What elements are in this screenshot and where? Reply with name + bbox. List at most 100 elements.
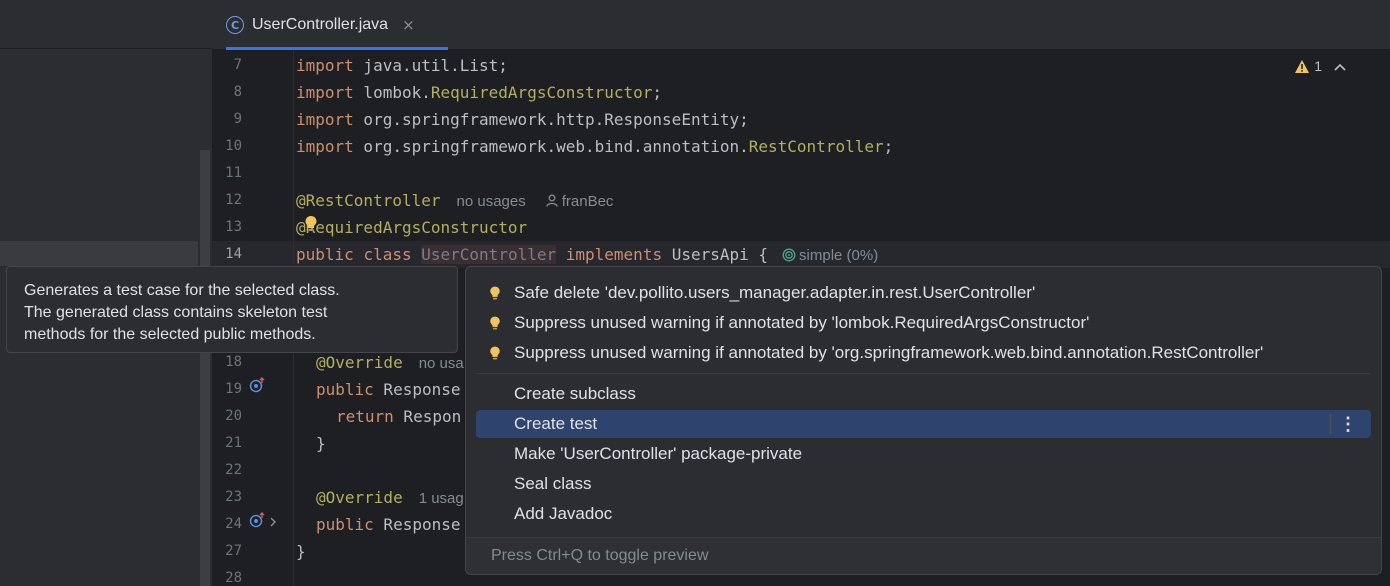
- inspection-widget[interactable]: 1: [1294, 58, 1346, 74]
- author-hint[interactable]: franBec: [546, 193, 614, 210]
- options-separator: [1330, 414, 1331, 434]
- code-line: @Override 1 usag: [316, 484, 464, 511]
- bulb-icon: [490, 286, 500, 299]
- code-text: org.springframework.http.ResponseEntity;: [353, 110, 749, 129]
- editor-tab-bar: C UserController.java ×: [212, 0, 1390, 50]
- tooltip-line: The generated class contains skeleton te…: [24, 304, 328, 321]
- code-line: import lombok.RequiredArgsConstructor;: [296, 79, 662, 106]
- code-line: @RequiredArgsConstructor: [296, 214, 527, 241]
- author-name: franBec: [561, 193, 614, 210]
- line-number: 8: [233, 84, 242, 100]
- keyword: public: [316, 380, 374, 399]
- keyword: implements: [565, 245, 663, 264]
- code-text: lombok.: [353, 83, 431, 102]
- annotation: @RestController: [296, 191, 441, 210]
- action-suppress-restcontroller[interactable]: Suppress unused warning if annotated by …: [476, 339, 1371, 367]
- line-number: 11: [225, 165, 242, 181]
- line-number: 24: [225, 516, 242, 532]
- tooltip-line: Generates a test case for the selected c…: [24, 282, 340, 299]
- project-panel-scrollbar[interactable]: [200, 150, 210, 586]
- code-text: ;: [652, 83, 663, 102]
- line-number: 7: [233, 57, 242, 73]
- action-label: Create test: [514, 414, 598, 433]
- chevron-up-icon[interactable]: [1334, 58, 1346, 74]
- action-label: Safe delete 'dev.pollito.users_manager.a…: [514, 283, 1036, 302]
- code-line: return Respon: [336, 403, 461, 430]
- code-text: java.util.List;: [353, 56, 508, 75]
- code-line: public class UserController implements U…: [296, 241, 878, 268]
- code-line: import org.springframework.web.bind.anno…: [296, 133, 893, 160]
- code-line: public Response: [316, 511, 461, 538]
- keyword: import: [296, 83, 354, 102]
- action-create-subclass[interactable]: Create subclass: [476, 380, 1371, 408]
- action-add-javadoc[interactable]: Add Javadoc: [476, 500, 1371, 528]
- action-safe-delete[interactable]: Safe delete 'dev.pollito.users_manager.a…: [476, 279, 1371, 307]
- keyword: import: [296, 137, 354, 156]
- code-text: Response: [373, 380, 461, 399]
- line-number: 27: [225, 543, 242, 559]
- line-number: 12: [225, 192, 242, 208]
- action-label: Suppress unused warning if annotated by …: [514, 343, 1264, 362]
- implements-method-icon[interactable]: [249, 376, 265, 403]
- code-line: public Response: [316, 376, 461, 403]
- bulb-icon: [490, 316, 500, 329]
- action-label: Create subclass: [514, 384, 636, 403]
- usages-hint[interactable]: no usages: [457, 193, 526, 210]
- keyword: import: [296, 110, 354, 129]
- tooltip-line: methods for the selected public methods.: [24, 326, 316, 343]
- code-line: }: [316, 434, 326, 453]
- line-number: 22: [225, 462, 242, 478]
- code-text: Respon: [393, 407, 462, 426]
- action-label: Seal class: [514, 474, 592, 493]
- line-number: 28: [225, 570, 242, 586]
- line-number: 20: [225, 408, 242, 424]
- bulb-icon: [490, 346, 500, 359]
- action-suppress-lombok[interactable]: Suppress unused warning if annotated by …: [476, 309, 1371, 337]
- implements-method-icon[interactable]: [249, 511, 265, 538]
- intention-bulb-icon[interactable]: [304, 215, 318, 233]
- warning-icon: [1295, 59, 1310, 73]
- code-line: @RestController no usages franBec: [296, 187, 613, 214]
- code-line: }: [296, 542, 306, 561]
- complexity-text: simple (0%): [799, 247, 879, 264]
- line-number: 13: [225, 219, 242, 235]
- complexity-hint[interactable]: simple (0%): [782, 247, 878, 264]
- code-class-name: RequiredArgsConstructor: [430, 83, 653, 102]
- usages-hint[interactable]: 1 usag: [419, 490, 464, 507]
- close-tab-icon[interactable]: ×: [402, 16, 415, 34]
- line-number: 14: [225, 246, 242, 262]
- java-class-icon: C: [226, 16, 244, 34]
- popup-footer-hint: Press Ctrl+Q to toggle preview: [466, 537, 1381, 574]
- action-create-test[interactable]: Create test ⋮: [476, 410, 1371, 438]
- line-number: 19: [225, 381, 242, 397]
- usages-hint[interactable]: no usa: [419, 355, 464, 372]
- warning-count: 1: [1314, 58, 1322, 74]
- tab-file-name: UserController.java: [252, 16, 389, 33]
- code-text: UsersApi {: [662, 245, 769, 264]
- line-number: 9: [233, 111, 242, 127]
- fold-chevron-right-icon[interactable]: [269, 511, 277, 538]
- line-number: 10: [225, 138, 242, 154]
- code-text: org.springframework.web.bind.annotation.: [353, 137, 749, 156]
- spiral-icon: [782, 248, 796, 262]
- class-name-unused: UserController: [421, 245, 557, 264]
- line-number: 23: [225, 489, 242, 505]
- keyword: public: [316, 515, 374, 534]
- keyword: public: [296, 245, 354, 264]
- project-tree-selected-row[interactable]: [0, 241, 198, 266]
- line-number: 21: [225, 435, 242, 451]
- user-icon: [546, 194, 558, 207]
- code-line: import org.springframework.http.Response…: [296, 106, 749, 133]
- annotation: @RequiredArgsConstructor: [296, 218, 528, 237]
- intention-description-tooltip: Generates a test case for the selected c…: [6, 266, 458, 353]
- action-make-package-private[interactable]: Make 'UserController' package-private: [476, 440, 1371, 468]
- tab-user-controller[interactable]: C UserController.java ×: [226, 0, 448, 50]
- keyword: class: [363, 245, 412, 264]
- code-line: @Override no usa: [316, 349, 464, 376]
- action-seal-class[interactable]: Seal class: [476, 470, 1371, 498]
- code-class-name: RestController: [748, 137, 884, 156]
- intention-actions-popup: Safe delete 'dev.pollito.users_manager.a…: [465, 266, 1382, 575]
- action-label: Add Javadoc: [514, 504, 613, 523]
- more-options-icon[interactable]: ⋮: [1339, 410, 1357, 438]
- code-text: Response: [373, 515, 461, 534]
